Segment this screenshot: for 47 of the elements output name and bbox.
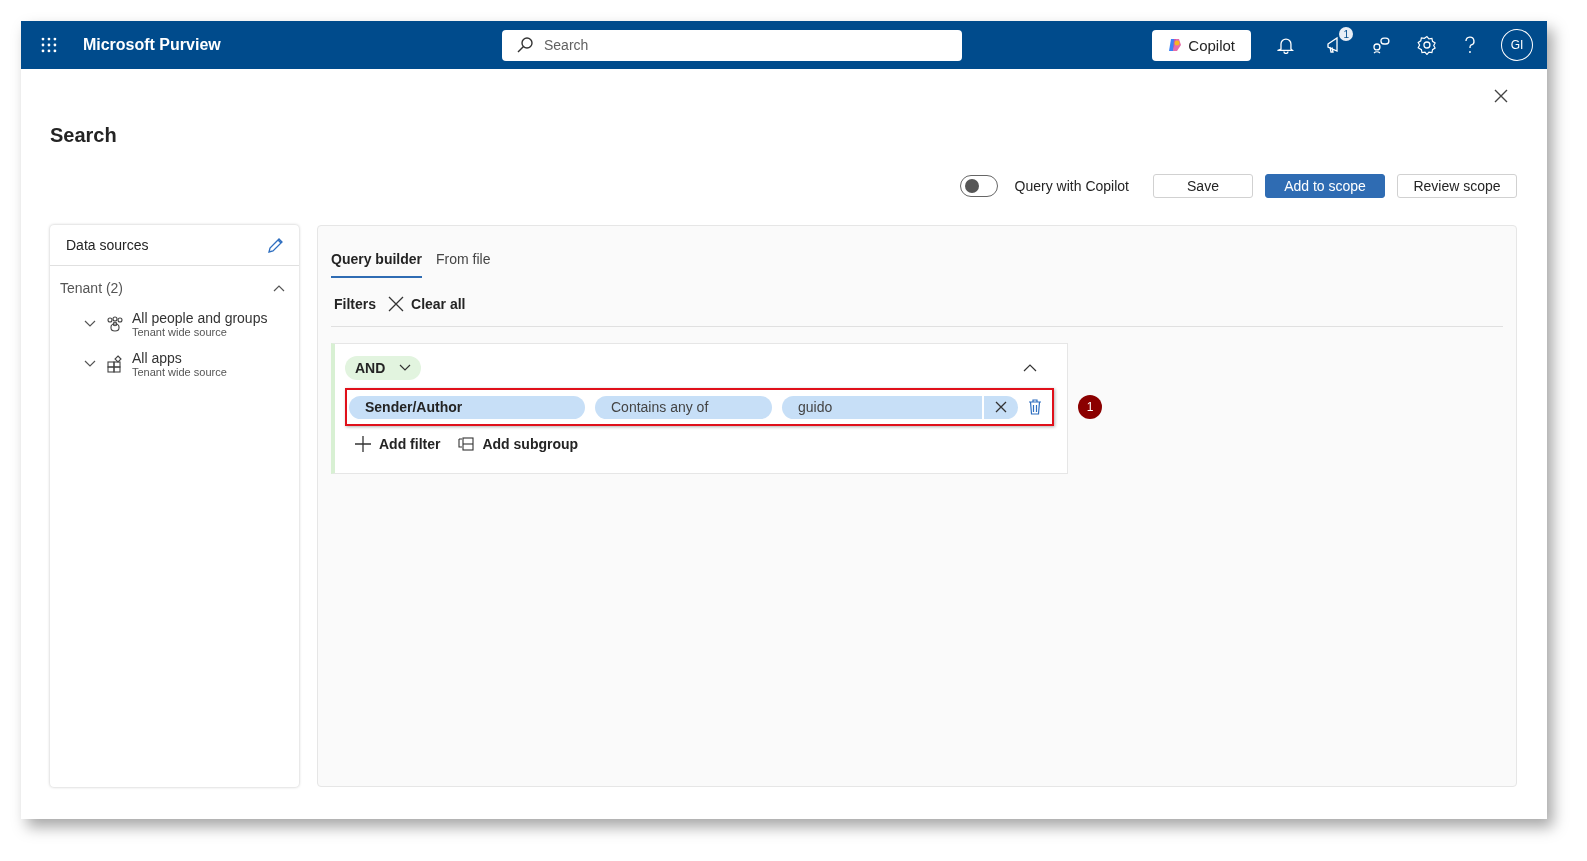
plus-icon bbox=[355, 436, 371, 452]
add-action-button[interactable]: Add filter bbox=[355, 436, 441, 452]
source-name[interactable]: All people and groups bbox=[132, 310, 268, 326]
panel-title: Data sources bbox=[66, 237, 149, 253]
operator-select[interactable]: Contains any of bbox=[595, 395, 772, 419]
app-launcher-icon[interactable] bbox=[41, 37, 57, 53]
operator-dropdown[interactable]: AND bbox=[345, 356, 422, 380]
step-callout: 1 bbox=[1078, 395, 1102, 419]
source-subtitle: Tenant wide source bbox=[132, 326, 228, 338]
pencil-icon[interactable] bbox=[267, 236, 285, 254]
source-subtitle: Tenant wide source bbox=[132, 366, 227, 378]
apps-icon bbox=[106, 355, 124, 373]
add-action-button[interactable]: Add subgroup bbox=[458, 436, 579, 452]
app-title: Microsoft Purview bbox=[82, 36, 222, 54]
search-icon bbox=[516, 35, 534, 54]
search-field[interactable]: Search bbox=[502, 29, 962, 61]
help-icon[interactable] bbox=[1463, 35, 1478, 55]
chevron-icon[interactable] bbox=[84, 320, 96, 328]
tenant-group-header[interactable]: Tenant (2) bbox=[50, 266, 299, 310]
people-icon bbox=[106, 315, 124, 333]
chevron-icon[interactable] bbox=[1023, 364, 1037, 372]
chat-bubbles-icon[interactable] bbox=[1371, 35, 1392, 55]
field-dropdown[interactable]: Sender/Author bbox=[349, 395, 585, 419]
tab[interactable]: From file bbox=[436, 248, 491, 278]
value-input[interactable]: guido bbox=[782, 395, 982, 419]
tab[interactable]: Query builder bbox=[331, 248, 423, 278]
subgroup-icon bbox=[458, 437, 475, 451]
source-name[interactable]: All apps bbox=[132, 350, 227, 366]
chevron-icon[interactable] bbox=[84, 360, 96, 368]
toggle-label: Query with Copilot bbox=[1014, 178, 1129, 194]
copilot-logo-icon bbox=[1168, 38, 1183, 52]
clear-value-button[interactable] bbox=[984, 395, 1018, 419]
clear-all-button[interactable]: Clear all bbox=[388, 296, 466, 312]
close-icon[interactable] bbox=[1494, 89, 1508, 103]
toolbar-button[interactable]: Review scope bbox=[1397, 174, 1517, 198]
toolbar-button[interactable]: Save bbox=[1153, 174, 1253, 198]
close-icon bbox=[388, 296, 404, 312]
caret-icon bbox=[399, 364, 412, 372]
settings-icon[interactable] bbox=[1417, 35, 1438, 55]
copilot-button[interactable]: Copilot bbox=[1151, 29, 1252, 61]
close-icon bbox=[995, 401, 1007, 413]
toolbar-button[interactable]: Add to scope bbox=[1265, 174, 1385, 198]
bell-icon[interactable] bbox=[1277, 36, 1296, 54]
notification-badge: 1 bbox=[1339, 27, 1354, 41]
filters-label: Filters bbox=[334, 296, 376, 312]
delete-icon[interactable] bbox=[1028, 399, 1042, 415]
page-title: Search bbox=[50, 124, 118, 147]
